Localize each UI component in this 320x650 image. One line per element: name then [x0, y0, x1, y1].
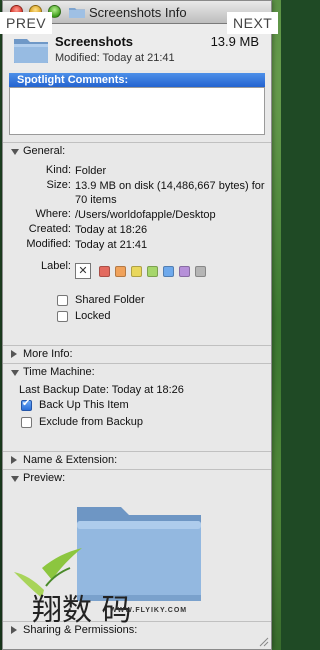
- preview-header-label: Preview:: [23, 472, 66, 484]
- back-up-checkbox[interactable]: [21, 398, 32, 411]
- locked-checkbox[interactable]: [57, 311, 68, 322]
- general-header-label: General:: [23, 145, 66, 157]
- kind-label: Kind:: [45, 164, 71, 176]
- next-button[interactable]: NEXT: [227, 12, 279, 34]
- general-section: Kind: Folder Size: 13.9 MB on disk (14,4…: [3, 160, 271, 345]
- label-blue-swatch[interactable]: [163, 266, 174, 277]
- watermark-url: WWW.FLYIKY.COM: [110, 607, 188, 614]
- created-label: Created:: [28, 223, 71, 235]
- spotlight-comments-header[interactable]: Spotlight Comments:: [9, 73, 265, 87]
- label-none-button[interactable]: ✕: [75, 263, 91, 279]
- name-extension-header-label: Name & Extension:: [23, 454, 118, 466]
- modified-label: Modified:: [26, 238, 71, 250]
- folder-icon: [14, 39, 48, 63]
- time-machine-section: Last Backup Date: Today at 18:26 Back Up…: [3, 381, 271, 451]
- label-gray-swatch[interactable]: [195, 266, 206, 277]
- item-name: Screenshots: [55, 34, 134, 49]
- spotlight-comments-section: Spotlight Comments:: [3, 70, 271, 142]
- label-label: Label:: [41, 260, 71, 272]
- disclosure-triangle-down-icon[interactable]: [11, 149, 19, 155]
- label-orange-swatch[interactable]: [115, 266, 126, 277]
- spotlight-comments-field[interactable]: [9, 87, 265, 135]
- last-backup-text: Last Backup Date: Today at 18:26: [19, 384, 184, 396]
- label-purple-swatch[interactable]: [179, 266, 190, 277]
- disclosure-triangle-right-icon[interactable]: [11, 456, 17, 464]
- exclude-label: Exclude from Backup: [39, 416, 143, 428]
- more-info-section-header[interactable]: More Info:: [3, 345, 271, 363]
- name-extension-section-header[interactable]: Name & Extension:: [3, 451, 271, 469]
- size-value: 13.9 MB on disk (14,486,667 bytes) for 7…: [75, 180, 265, 206]
- shared-folder-checkbox[interactable]: [57, 295, 68, 306]
- general-section-header[interactable]: General:: [3, 142, 271, 160]
- exclude-checkbox[interactable]: [21, 417, 32, 428]
- where-label: Where:: [35, 208, 71, 220]
- created-value: Today at 18:26: [75, 224, 148, 236]
- disclosure-triangle-down-icon[interactable]: [11, 370, 19, 376]
- folder-icon: [69, 8, 85, 18]
- modified-value: Today at 21:41: [75, 239, 148, 251]
- disclosure-triangle-right-icon[interactable]: [11, 350, 17, 358]
- size-label: Size:: [46, 179, 71, 191]
- watermark-logo: 翔数 码: [14, 548, 132, 628]
- locked-label: Locked: [75, 310, 111, 322]
- time-machine-header-label: Time Machine:: [23, 366, 95, 378]
- resize-grip-icon[interactable]: [257, 635, 269, 647]
- label-red-swatch[interactable]: [99, 266, 110, 277]
- time-machine-section-header[interactable]: Time Machine:: [3, 363, 271, 381]
- prev-button[interactable]: PREV: [0, 12, 53, 34]
- disclosure-triangle-down-icon[interactable]: [11, 476, 19, 482]
- item-modified: Modified: Today at 21:41: [55, 52, 175, 64]
- preview-section-header[interactable]: Preview:: [3, 469, 271, 487]
- more-info-header-label: More Info:: [23, 348, 73, 360]
- spotlight-comments-label: Spotlight Comments:: [17, 74, 129, 86]
- back-up-label: Back Up This Item: [39, 399, 129, 411]
- label-yellow-swatch[interactable]: [131, 266, 142, 277]
- label-green-swatch[interactable]: [147, 266, 158, 277]
- window-title: Screenshots Info: [89, 5, 187, 20]
- shared-folder-label: Shared Folder: [75, 294, 145, 306]
- kind-value: Folder: [75, 165, 107, 177]
- item-size: 13.9 MB: [210, 34, 259, 49]
- where-value: /Users/worldofapple/Desktop: [75, 209, 216, 221]
